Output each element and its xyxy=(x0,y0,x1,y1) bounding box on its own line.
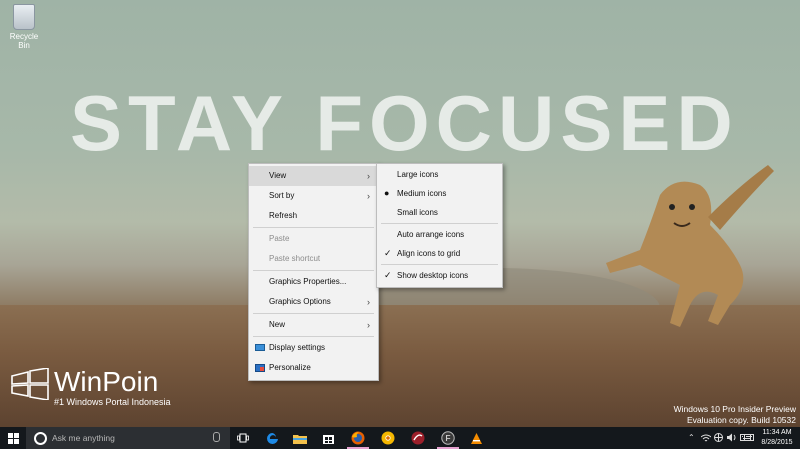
taskbar-app-edge[interactable] xyxy=(260,427,284,449)
windows-start-icon xyxy=(7,432,19,444)
edge-icon xyxy=(266,432,278,444)
menu-item-label: New xyxy=(269,320,286,329)
submenu-item-medium-icons[interactable]: ● Medium icons xyxy=(377,184,502,203)
winpoin-name: WinPoin xyxy=(54,366,159,397)
view-submenu: Large icons ● Medium icons Small icons A… xyxy=(376,163,503,288)
menu-item-personalize[interactable]: Personalize xyxy=(249,358,378,378)
action-center-button[interactable] xyxy=(744,427,756,449)
show-hidden-icons-button[interactable]: ⌃ xyxy=(688,427,698,449)
submenu-item-label: Medium icons xyxy=(397,189,447,198)
menu-item-paste: Paste xyxy=(249,229,378,249)
submenu-item-show-desktop-icons[interactable]: ✓ Show desktop icons xyxy=(377,266,502,285)
volume-icon[interactable] xyxy=(727,427,737,449)
firefox-icon xyxy=(351,431,365,445)
app-f-icon: F xyxy=(441,431,455,445)
menu-item-paste-shortcut: Paste shortcut xyxy=(249,249,378,269)
display-icon xyxy=(255,344,265,351)
menu-item-label: Display settings xyxy=(269,343,326,352)
taskbar-app-f[interactable]: F xyxy=(434,427,462,449)
menu-separator xyxy=(381,264,498,265)
taskbar-app-chrome-canary[interactable] xyxy=(374,427,402,449)
os-watermark: Windows 10 Pro Insider Preview Evaluatio… xyxy=(674,404,796,426)
menu-item-label: View xyxy=(269,171,287,180)
submenu-item-label: Align icons to grid xyxy=(397,249,461,258)
submenu-item-small-icons[interactable]: Small icons xyxy=(377,203,502,222)
taskbar-app-red[interactable] xyxy=(404,427,432,449)
desktop-context-menu: View › Sort by › Refresh Paste Paste sho… xyxy=(248,163,379,381)
os-watermark-build: Evaluation copy. Build 10532 xyxy=(686,415,796,425)
menu-item-sort-by[interactable]: Sort by › xyxy=(249,186,378,206)
microphone-icon[interactable] xyxy=(213,432,220,442)
task-view-button[interactable] xyxy=(232,427,254,449)
submenu-item-large-icons[interactable]: Large icons xyxy=(377,165,502,184)
menu-item-graphics-properties[interactable]: Graphics Properties... xyxy=(249,272,378,292)
taskbar: Ask me anything F ⌃ 11:34 AM 8/28/2015 xyxy=(0,427,800,449)
menu-separator xyxy=(253,227,374,228)
clock-date: 8/28/2015 xyxy=(761,439,793,446)
menu-item-label: Graphics Options xyxy=(269,297,331,306)
taskbar-app-vlc[interactable] xyxy=(464,427,488,449)
network-icon[interactable] xyxy=(700,427,712,449)
clock-time: 11:34 AM xyxy=(762,429,792,436)
chevron-right-icon: › xyxy=(367,171,370,181)
globe-icon xyxy=(714,433,723,442)
store-icon xyxy=(322,434,334,444)
winpoin-tagline: #1 Windows Portal Indonesia xyxy=(54,397,171,407)
cheetah-image xyxy=(606,165,774,327)
menu-separator xyxy=(253,336,374,337)
recycle-bin-shortcut[interactable]: Recycle Bin xyxy=(4,4,44,50)
taskbar-app-firefox[interactable] xyxy=(344,427,372,449)
personalize-icon xyxy=(255,364,265,372)
action-center-icon xyxy=(744,434,754,441)
checkmark-icon: ✓ xyxy=(384,248,392,258)
search-placeholder: Ask me anything xyxy=(52,433,115,443)
speaker-icon xyxy=(727,433,736,442)
submenu-item-auto-arrange[interactable]: Auto arrange icons xyxy=(377,225,502,244)
menu-separator xyxy=(253,270,374,271)
taskbar-clock[interactable]: 11:34 AM 8/28/2015 xyxy=(756,427,798,450)
chrome-canary-icon xyxy=(381,431,395,445)
menu-item-new[interactable]: New › xyxy=(249,315,378,335)
menu-item-label: Paste xyxy=(269,234,290,243)
menu-separator xyxy=(381,223,498,224)
cortana-search-box[interactable]: Ask me anything xyxy=(26,427,230,449)
radio-selected-icon: ● xyxy=(384,188,390,198)
menu-item-refresh[interactable]: Refresh xyxy=(249,206,378,226)
windows-logo-icon xyxy=(11,368,49,400)
app-red-icon xyxy=(411,431,425,445)
start-button[interactable] xyxy=(0,427,26,449)
menu-item-view[interactable]: View › xyxy=(249,166,378,186)
language-icon[interactable] xyxy=(714,427,724,449)
menu-item-display-settings[interactable]: Display settings xyxy=(249,338,378,358)
submenu-item-align-to-grid[interactable]: ✓ Align icons to grid xyxy=(377,244,502,263)
taskbar-app-store[interactable] xyxy=(316,427,340,449)
network-wifi-glyph xyxy=(700,434,712,442)
submenu-item-label: Small icons xyxy=(397,208,438,217)
menu-separator xyxy=(253,313,374,314)
menu-item-label: Graphics Properties... xyxy=(269,277,347,286)
chevron-right-icon: › xyxy=(367,320,370,330)
chevron-right-icon: › xyxy=(367,191,370,201)
vlc-icon xyxy=(470,432,482,444)
recycle-bin-label: Recycle Bin xyxy=(9,32,39,50)
submenu-item-label: Large icons xyxy=(397,170,439,179)
file-explorer-icon xyxy=(293,434,307,444)
os-watermark-edition: Windows 10 Pro Insider Preview xyxy=(673,404,796,414)
checkmark-icon: ✓ xyxy=(384,270,392,280)
cortana-icon xyxy=(34,432,47,445)
menu-item-graphics-options[interactable]: Graphics Options › xyxy=(249,292,378,312)
menu-item-label: Paste shortcut xyxy=(269,254,321,263)
taskbar-app-file-explorer[interactable] xyxy=(288,427,312,449)
submenu-item-label: Auto arrange icons xyxy=(397,230,465,239)
menu-item-label: Sort by xyxy=(269,191,295,200)
svg-text:F: F xyxy=(446,434,451,443)
submenu-item-label: Show desktop icons xyxy=(397,271,469,280)
recycle-bin-icon xyxy=(13,4,35,30)
chevron-right-icon: › xyxy=(367,297,370,307)
menu-item-label: Refresh xyxy=(269,211,298,220)
task-view-icon xyxy=(237,433,249,443)
menu-item-label: Personalize xyxy=(269,363,311,372)
